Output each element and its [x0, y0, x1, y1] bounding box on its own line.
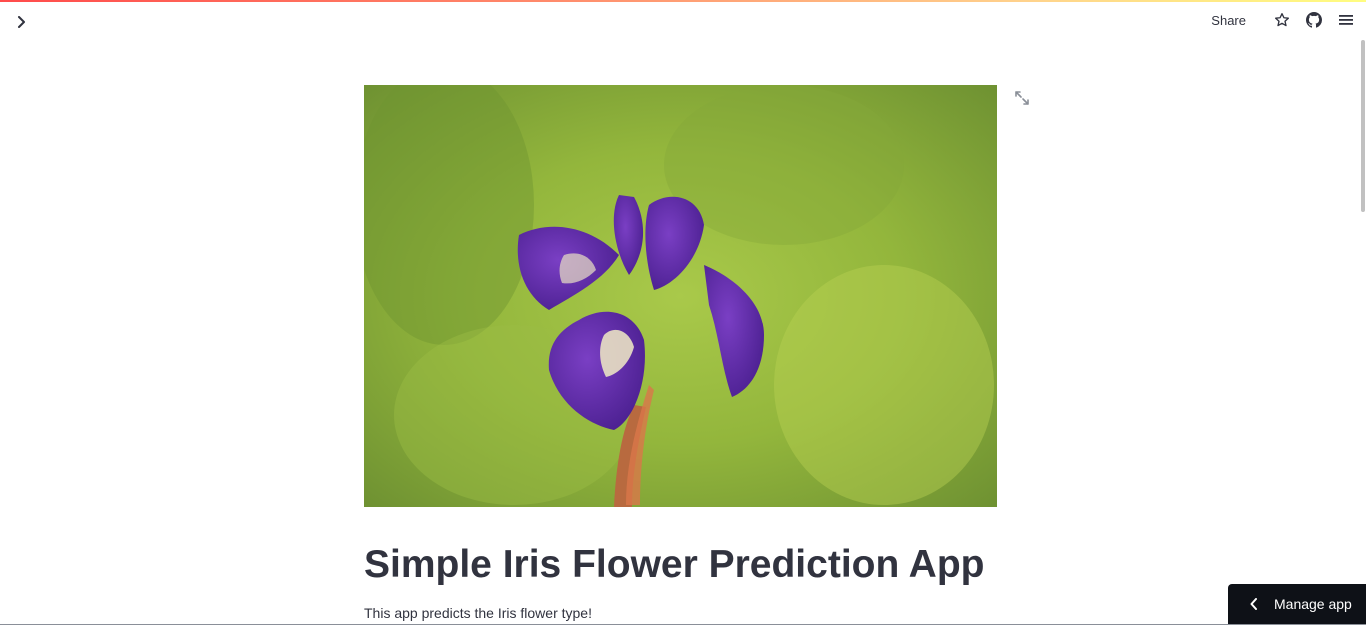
- sidebar-toggle-button[interactable]: [12, 12, 32, 32]
- star-icon: [1275, 13, 1289, 27]
- manage-app-button[interactable]: Manage app: [1228, 584, 1366, 624]
- manage-app-label: Manage app: [1274, 596, 1352, 612]
- share-button[interactable]: Share: [1211, 13, 1246, 28]
- favorite-button[interactable]: [1272, 10, 1292, 30]
- main-menu-button[interactable]: [1336, 10, 1356, 30]
- hamburger-menu-icon: [1339, 15, 1353, 25]
- app-header: Share: [0, 2, 1366, 42]
- page-subtitle: This app predicts the Iris flower type!: [364, 605, 592, 621]
- page-title: Simple Iris Flower Prediction App: [364, 543, 985, 586]
- chevron-right-icon: [18, 16, 25, 28]
- fullscreen-button[interactable]: [1014, 90, 1030, 106]
- scrollbar-thumb[interactable]: [1361, 40, 1365, 212]
- github-button[interactable]: [1304, 10, 1324, 30]
- expand-icon: [1015, 91, 1029, 105]
- github-icon: [1306, 12, 1322, 28]
- iris-flower-illustration: [364, 85, 997, 507]
- page-scrollbar[interactable]: [1360, 40, 1366, 212]
- chevron-left-icon: [1248, 598, 1260, 610]
- iris-flower-image: [364, 85, 997, 507]
- main-content: Simple Iris Flower Prediction App This a…: [364, 85, 997, 621]
- header-toolbar: Share: [1211, 10, 1356, 30]
